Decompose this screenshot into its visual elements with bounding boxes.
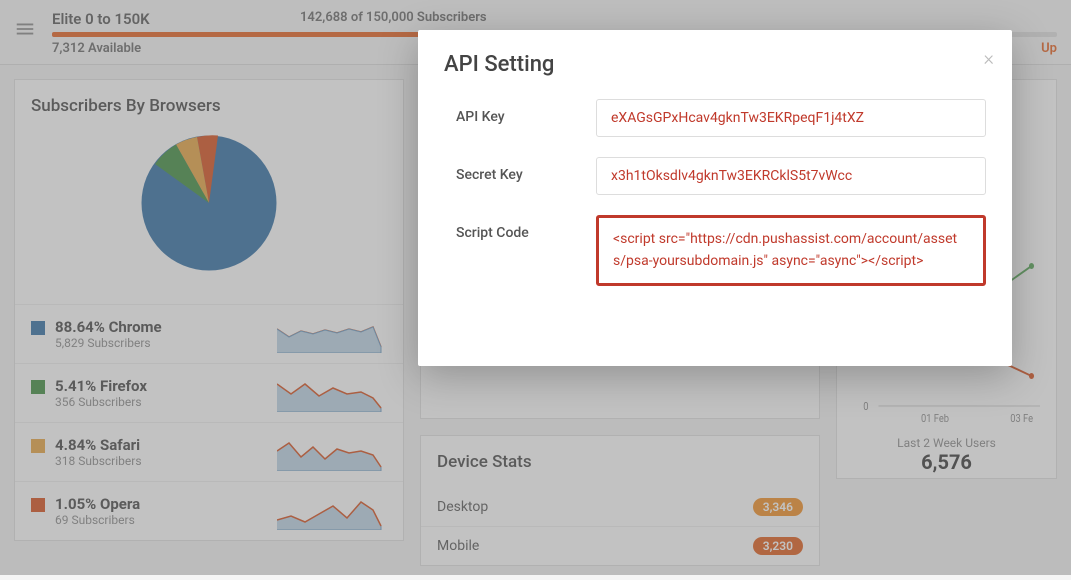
modal-title: API Setting bbox=[444, 52, 986, 77]
script-code-label: Script Code bbox=[456, 215, 596, 241]
secret-key-field[interactable]: x3h1tOksdlv4gknTw3EKRCklS5t7vWcc bbox=[596, 157, 986, 195]
script-code-field[interactable]: <script src="https://cdn.pushassist.com/… bbox=[596, 215, 986, 286]
api-setting-modal: × API Setting API Key eXAGsGPxHcav4gknTw… bbox=[418, 30, 1012, 366]
api-key-label: API Key bbox=[456, 99, 596, 125]
close-icon[interactable]: × bbox=[984, 46, 994, 70]
api-key-field[interactable]: eXAGsGPxHcav4gknTw3EKRpeqF1j4tXZ bbox=[596, 99, 986, 137]
secret-key-label: Secret Key bbox=[456, 157, 596, 183]
